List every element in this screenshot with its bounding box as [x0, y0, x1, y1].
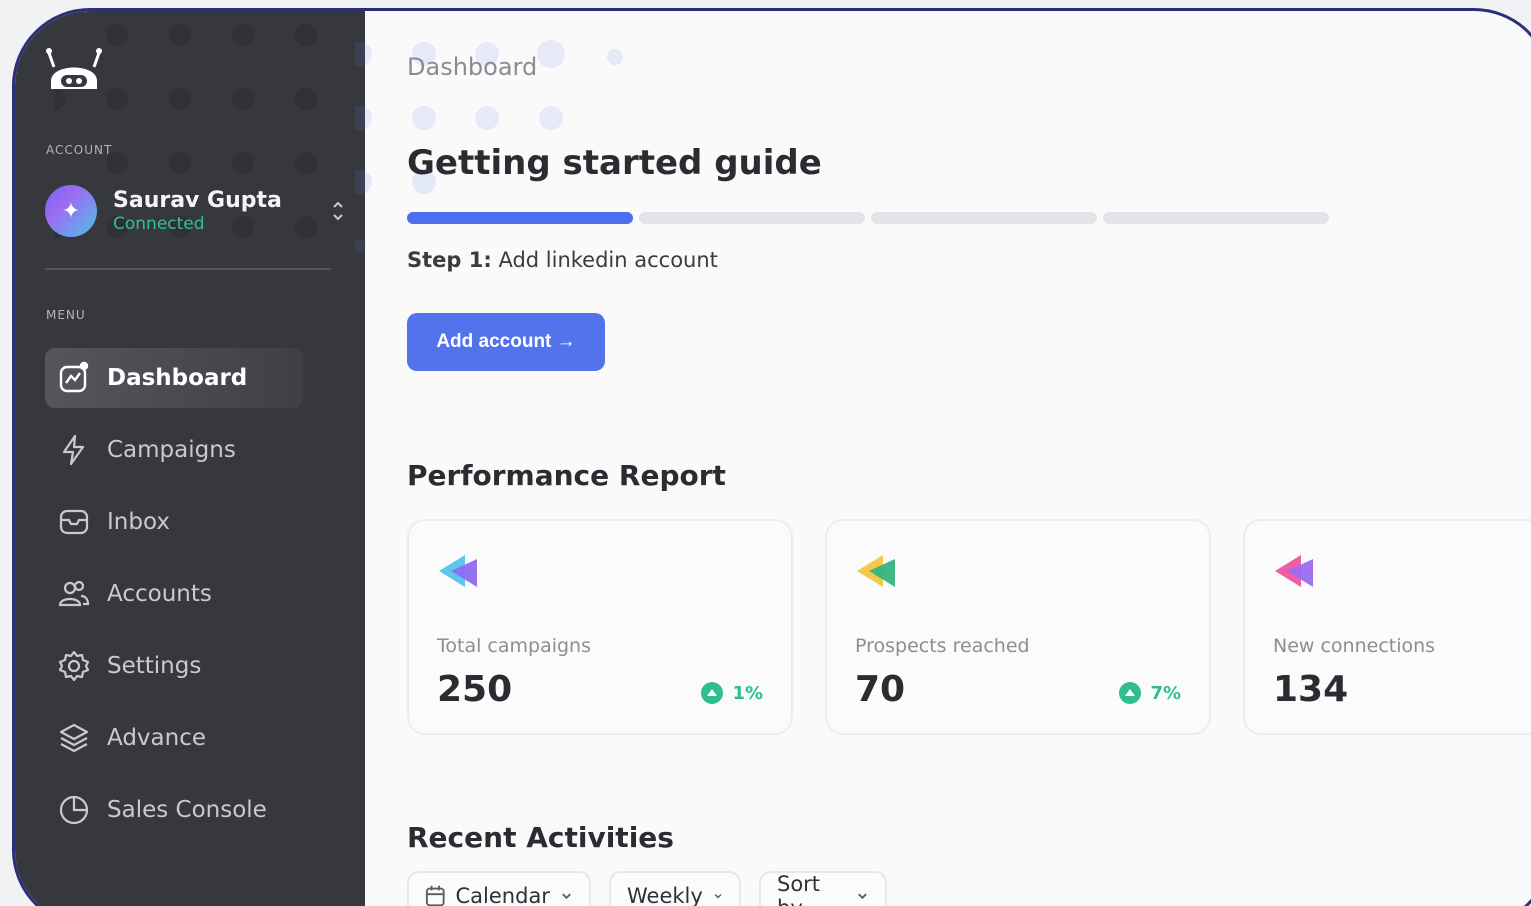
play-icon [857, 555, 895, 587]
sidebar-item-label: Sales Console [107, 797, 267, 823]
guide-progress [407, 212, 1329, 224]
stat-value: 134 [1273, 669, 1349, 710]
calendar-icon [425, 885, 445, 906]
arrow-up-circle-icon [701, 682, 724, 704]
inbox-icon [59, 509, 89, 535]
progress-segment [407, 212, 633, 224]
trend-value: 1% [732, 682, 763, 704]
period-filter-label: Weekly [627, 884, 703, 906]
sparkle-icon: ✦ [61, 198, 81, 224]
users-icon [58, 580, 90, 607]
stat-card-prospects-reached: Prospects reached 70 7% [825, 519, 1211, 735]
sidebar: ACCOUNT ✦ Saurav Gupta Connected MENU Da… [15, 11, 365, 906]
sidebar-item-label: Dashboard [107, 365, 248, 391]
gear-icon [58, 650, 90, 682]
chevron-down-icon [562, 893, 571, 900]
sidebar-item-advance[interactable]: Advance [45, 708, 303, 768]
period-filter[interactable]: Weekly [609, 871, 741, 906]
sidebar-item-campaigns[interactable]: Campaigns [45, 420, 303, 480]
lightning-icon [62, 434, 85, 466]
stat-label: Total campaigns [437, 635, 591, 657]
sidebar-item-label: Campaigns [107, 437, 236, 463]
account-switcher[interactable]: ✦ Saurav Gupta Connected [45, 183, 345, 239]
account-section-label: ACCOUNT [46, 143, 113, 157]
breadcrumb[interactable]: Dashboard [407, 53, 537, 81]
avatar: ✦ [45, 185, 97, 237]
play-icon [1275, 555, 1313, 587]
main-content: Dashboard Getting started guide Step 1: … [355, 11, 1531, 906]
sidebar-item-label: Accounts [107, 581, 212, 607]
guide-step-text: Step 1: Add linkedin account [407, 248, 718, 272]
performance-title: Performance Report [407, 459, 726, 492]
sidebar-item-label: Advance [107, 725, 207, 751]
calendar-filter[interactable]: Calendar [407, 871, 591, 906]
chevron-up-down-icon[interactable] [331, 197, 345, 225]
stat-value: 250 [437, 669, 513, 710]
trend-badge: 1% [700, 681, 763, 705]
sidebar-divider [45, 268, 331, 270]
sidebar-item-inbox[interactable]: Inbox [45, 492, 303, 552]
pie-chart-icon [59, 795, 89, 825]
stat-label: Prospects reached [855, 635, 1030, 657]
app-window: ACCOUNT ✦ Saurav Gupta Connected MENU Da… [12, 8, 1531, 906]
sort-by-filter[interactable]: Sort by [759, 871, 887, 906]
sidebar-item-dashboard[interactable]: Dashboard [45, 348, 303, 408]
guide-step-description: Add linkedin account [491, 248, 718, 272]
calendar-filter-label: Calendar [455, 884, 550, 906]
progress-segment [1103, 212, 1329, 224]
chevron-down-icon [858, 893, 867, 900]
guide-title: Getting started guide [407, 143, 822, 183]
sidebar-item-accounts[interactable]: Accounts [45, 564, 303, 624]
recent-activities-title: Recent Activities [407, 821, 674, 854]
sidebar-item-label: Settings [107, 653, 202, 679]
stat-label: New connections [1273, 635, 1436, 657]
sidebar-item-label: Inbox [107, 509, 170, 535]
chart-icon [59, 361, 89, 393]
robot-logo-icon[interactable] [45, 45, 103, 93]
account-name: Saurav Gupta [113, 188, 282, 213]
sort-filter-label: Sort by [777, 872, 821, 906]
progress-segment [639, 212, 865, 224]
add-account-button[interactable]: Add account → [407, 313, 605, 371]
sidebar-item-settings[interactable]: Settings [45, 636, 303, 696]
arrow-up-circle-icon [1119, 682, 1142, 704]
menu-section-label: MENU [46, 308, 86, 322]
progress-segment [871, 212, 1097, 224]
layers-icon [59, 723, 89, 753]
trend-badge: 7% [1118, 681, 1181, 705]
sidebar-item-sales-console[interactable]: Sales Console [45, 780, 303, 840]
chevron-down-icon [714, 894, 722, 899]
account-status: Connected [113, 214, 205, 234]
play-icon [439, 555, 477, 587]
guide-step-prefix: Step 1: [407, 248, 492, 272]
stat-card-total-campaigns: Total campaigns 250 1% [407, 519, 793, 735]
stat-value: 70 [855, 669, 906, 710]
stat-card-new-connections: New connections 134 [1243, 519, 1531, 735]
trend-value: 7% [1150, 682, 1181, 704]
